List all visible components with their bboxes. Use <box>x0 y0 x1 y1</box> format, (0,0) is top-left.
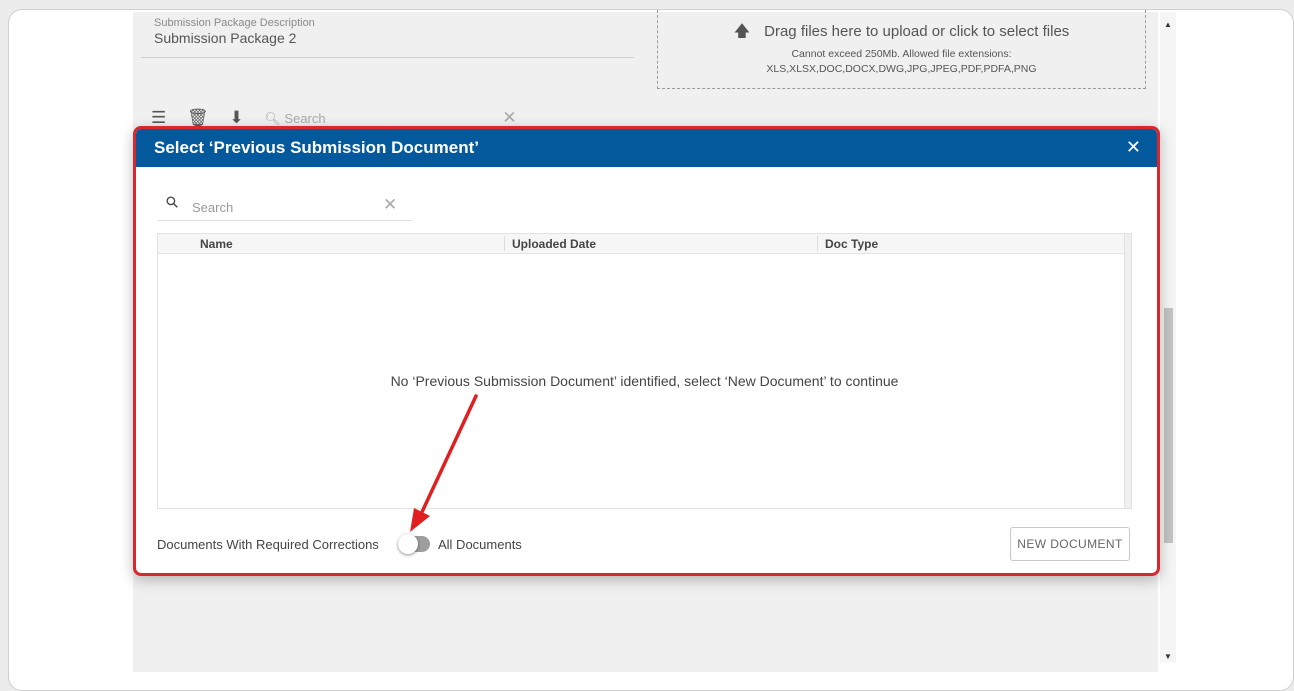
upload-text: Drag files here to upload or click to se… <box>764 23 1070 40</box>
background-toolbar: ☰ 🗑︎ ⬇︎ 🔍︎ Search ✕ <box>151 108 533 128</box>
description-value[interactable]: Submission Package 2 <box>154 30 296 46</box>
dialog-header: Select ‘Previous Submission Document’ ✕ <box>136 129 1157 167</box>
close-icon[interactable]: ✕ <box>1126 137 1141 158</box>
toggle-label-corrections: Documents With Required Corrections <box>157 537 379 552</box>
table-scrollbar[interactable] <box>1124 234 1131 508</box>
menu-icon[interactable]: ☰ <box>151 108 166 128</box>
new-document-button[interactable]: NEW DOCUMENT <box>1010 527 1130 561</box>
column-divider <box>504 236 505 251</box>
upload-hint-line1: Cannot exceed 250Mb. Allowed file extens… <box>791 48 1012 60</box>
scroll-down-arrow-icon[interactable]: ▼ <box>1160 652 1176 661</box>
column-header-uploaded-date[interactable]: Uploaded Date <box>512 237 596 251</box>
upload-dropzone[interactable]: 🡅 Drag files here to upload or click to s… <box>657 10 1146 89</box>
select-document-dialog: Select ‘Previous Submission Document’ ✕ … <box>133 126 1160 576</box>
upload-hint-line2: XLS,XLSX,DOC,DOCX,DWG,JPG,JPEG,PDF,PDFA,… <box>766 63 1037 75</box>
table-header: Name Uploaded Date Doc Type <box>158 234 1131 254</box>
scroll-thumb[interactable] <box>1164 308 1173 543</box>
column-divider <box>817 236 818 251</box>
search-icon <box>166 196 178 208</box>
document-filter-toggle[interactable] <box>398 534 430 554</box>
trash-icon[interactable]: 🗑︎ <box>187 108 209 128</box>
toggle-label-all-documents: All Documents <box>438 537 522 552</box>
search-input[interactable] <box>190 196 374 218</box>
description-underline <box>141 57 634 58</box>
page-scrollbar[interactable]: ▲ ▼ <box>1160 12 1176 662</box>
clear-search-icon[interactable]: ✕ <box>383 195 397 215</box>
column-header-name[interactable]: Name <box>200 237 233 251</box>
column-header-doc-type[interactable]: Doc Type <box>825 237 878 251</box>
empty-state-message: No ‘Previous Submission Document’ identi… <box>390 373 899 389</box>
dialog-title: Select ‘Previous Submission Document’ <box>154 138 479 157</box>
scroll-up-arrow-icon[interactable]: ▲ <box>1160 20 1176 29</box>
toggle-knob <box>398 534 418 554</box>
upload-icon: 🡅 <box>733 23 751 40</box>
description-label: Submission Package Description <box>154 17 315 29</box>
toolbar-search-placeholder: Search <box>284 111 326 126</box>
documents-table: Name Uploaded Date Doc Type No ‘Previous… <box>157 233 1132 509</box>
upload-hint: Cannot exceed 250Mb. Allowed file extens… <box>658 47 1145 77</box>
download-icon[interactable]: ⬇︎ <box>229 108 243 128</box>
dialog-search: ✕ <box>158 195 412 221</box>
toolbar-clear-icon[interactable]: ✕ <box>502 108 516 128</box>
upload-main: 🡅 Drag files here to upload or click to s… <box>658 20 1145 47</box>
toolbar-search[interactable]: 🔍︎ Search <box>264 111 341 127</box>
